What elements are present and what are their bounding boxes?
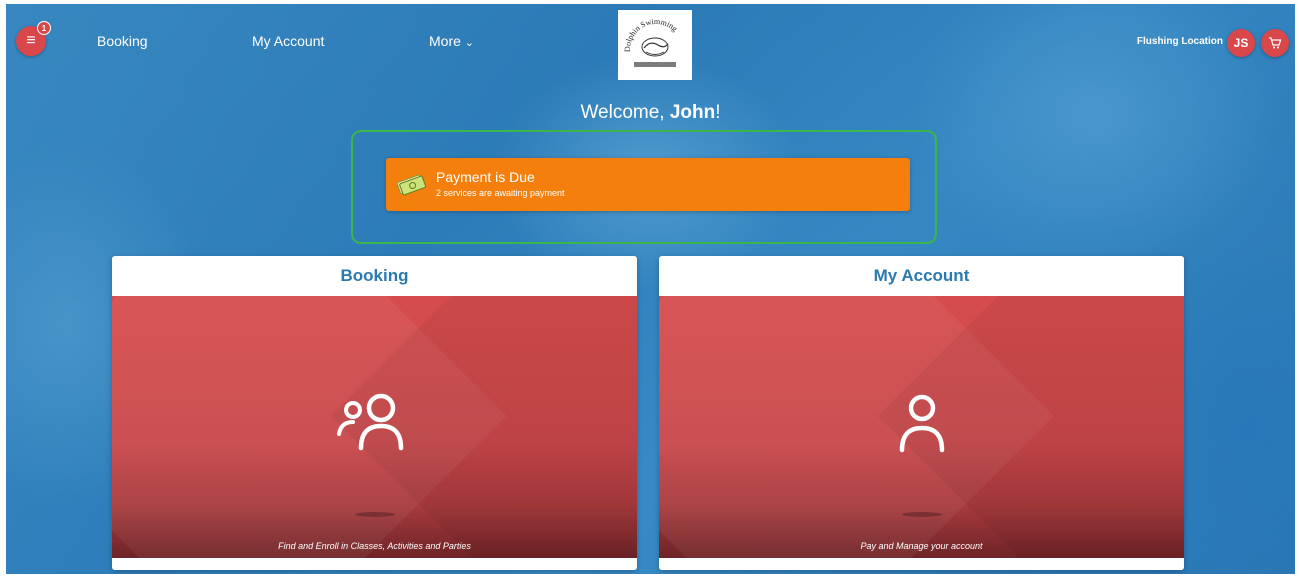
money-icon bbox=[396, 172, 427, 201]
welcome-message: Welcome, John! bbox=[6, 102, 1295, 124]
booking-card-caption: Find and Enroll in Classes, Activities a… bbox=[278, 541, 471, 551]
chevron-down-icon: ⌄ bbox=[464, 37, 475, 49]
booking-card-body: Find and Enroll in Classes, Activities a… bbox=[112, 296, 637, 558]
welcome-prefix: Welcome, bbox=[580, 102, 670, 123]
cart-button[interactable] bbox=[1261, 29, 1289, 57]
logo[interactable]: Dolphin Swimming bbox=[618, 10, 692, 80]
location-selector[interactable]: Flushing Location bbox=[1137, 36, 1223, 47]
booking-icon-shadow bbox=[354, 512, 395, 517]
user-icon bbox=[892, 392, 952, 461]
booking-card-title: Booking bbox=[340, 266, 409, 285]
alert-title: Payment is Due bbox=[436, 169, 535, 185]
svg-text:Dolphin Swimming: Dolphin Swimming bbox=[623, 17, 679, 52]
my-account-card[interactable]: My Account Pay and Manage your account bbox=[659, 256, 1184, 570]
nav-booking[interactable]: Booking bbox=[97, 33, 148, 49]
logo-image: Dolphin Swimming bbox=[623, 17, 679, 67]
payment-due-alert[interactable]: Payment is Due 2 services are awaiting p… bbox=[386, 158, 910, 211]
nav-my-account[interactable]: My Account bbox=[252, 33, 324, 49]
my-account-card-footer bbox=[659, 558, 1184, 570]
booking-card[interactable]: Booking Find and Enroll in Classes, Acti… bbox=[112, 256, 637, 570]
my-account-card-body: Pay and Manage your account bbox=[659, 296, 1184, 558]
nav-more[interactable]: More ⌄ bbox=[429, 33, 474, 49]
page-background: ≡ 1 Booking My Account More ⌄ Dolphin Sw… bbox=[6, 4, 1295, 574]
menu-icon: ≡ bbox=[26, 32, 36, 49]
nav-more-label: More bbox=[429, 33, 461, 49]
my-account-icon-shadow bbox=[901, 512, 942, 517]
menu-button[interactable]: ≡ 1 bbox=[16, 21, 51, 56]
avatar[interactable]: JS bbox=[1227, 29, 1255, 57]
notification-badge: 1 bbox=[37, 21, 51, 35]
users-icon bbox=[333, 392, 417, 461]
booking-card-footer bbox=[112, 558, 637, 570]
cart-icon bbox=[1269, 37, 1282, 49]
my-account-card-title: My Account bbox=[873, 266, 970, 285]
my-account-card-caption: Pay and Manage your account bbox=[860, 541, 983, 551]
alert-subtitle: 2 services are awaiting payment bbox=[436, 188, 565, 198]
welcome-suffix: ! bbox=[715, 102, 721, 123]
welcome-name: John bbox=[669, 102, 716, 123]
